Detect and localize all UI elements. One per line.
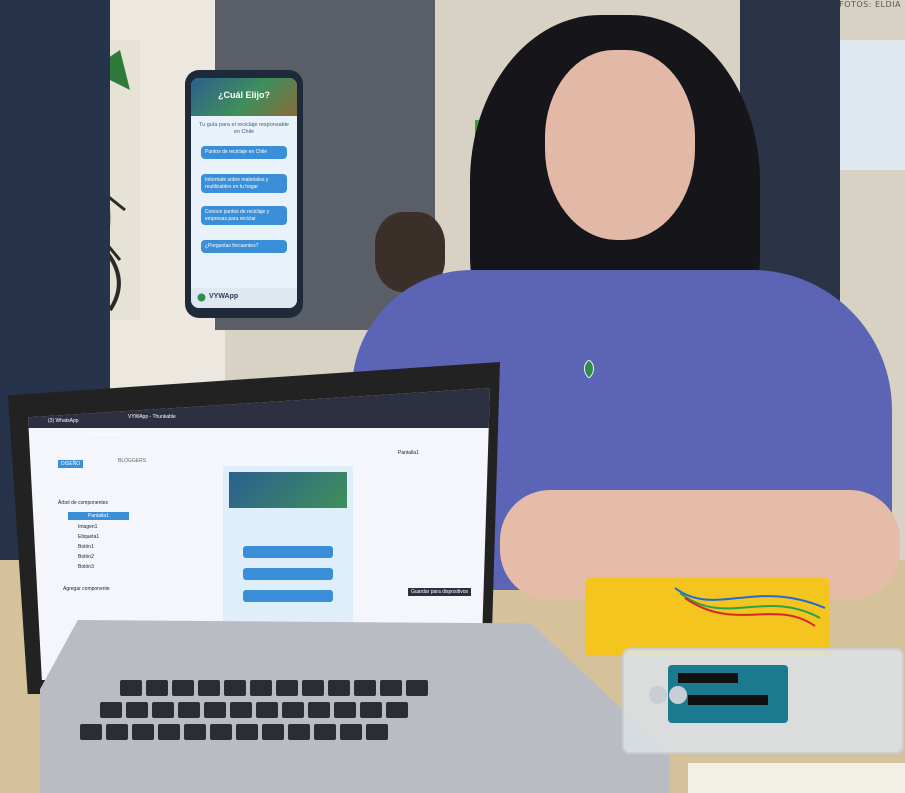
ultrasonic-sensor bbox=[648, 680, 688, 710]
photo-credit: FOTOS: ELDIA bbox=[839, 0, 901, 9]
app-button-companies[interactable]: Conoce puntos de reciclaje y empresas pa… bbox=[201, 206, 287, 225]
app-button-materials[interactable]: Informate sobre materiales y reutilizabl… bbox=[201, 174, 287, 193]
tree-item-label[interactable]: Etiqueta1 bbox=[78, 534, 99, 540]
background-window bbox=[835, 40, 905, 170]
green-leaf-pin-icon bbox=[584, 360, 594, 378]
browser-tab-whatsapp[interactable]: (3) WhatsApp bbox=[48, 418, 79, 424]
recycle-leaf-icon bbox=[197, 293, 206, 302]
app-title: ¿Cuál Elijo? bbox=[217, 90, 270, 100]
phone-screen: ¿Cuál Elijo? Tu guía para el reciclaje r… bbox=[191, 78, 297, 308]
tree-item-image[interactable]: Imagen1 bbox=[78, 524, 97, 530]
browser-tab-thunkable[interactable]: VYWApp - Thunkable bbox=[128, 414, 176, 420]
tree-item-button1[interactable]: Botón1 bbox=[78, 544, 94, 550]
project-label: BLOGGERS bbox=[118, 458, 147, 464]
app-intro-text: Tu guía para el reciclaje responsable en… bbox=[199, 122, 289, 135]
browser-address-bar[interactable]: x.thunkable.com bbox=[88, 432, 124, 438]
tree-item-screen[interactable]: Pantalla1 bbox=[68, 512, 129, 520]
yellow-tray bbox=[585, 578, 830, 656]
app-button-faq[interactable]: ¿Preguntas frecuentes? bbox=[201, 240, 287, 253]
design-mode-label[interactable]: DISEÑO bbox=[58, 460, 84, 468]
girl-face bbox=[545, 50, 695, 240]
component-tree-title: Árbol de componentes bbox=[58, 500, 109, 506]
photo-scene: ¿Cuál Elijo? Tu guía para el reciclaje r… bbox=[0, 0, 905, 793]
ruler bbox=[688, 763, 905, 793]
status-bar: Guardar para dispositivos bbox=[408, 588, 471, 596]
tree-item-button3[interactable]: Botón3 bbox=[78, 564, 94, 570]
app-button-recycling-points[interactable]: Puntos de reciclaje en Chile bbox=[201, 146, 287, 159]
app-footer-label: VYWApp bbox=[209, 293, 239, 300]
tree-item-button2[interactable]: Botón2 bbox=[78, 554, 94, 560]
app-footer: VYWApp bbox=[191, 288, 297, 308]
add-component-button[interactable]: Agregar componente bbox=[63, 586, 110, 592]
smartphone: ¿Cuál Elijo? Tu guía para el reciclaje r… bbox=[185, 70, 303, 318]
properties-title: Pantalla1 bbox=[398, 450, 419, 456]
